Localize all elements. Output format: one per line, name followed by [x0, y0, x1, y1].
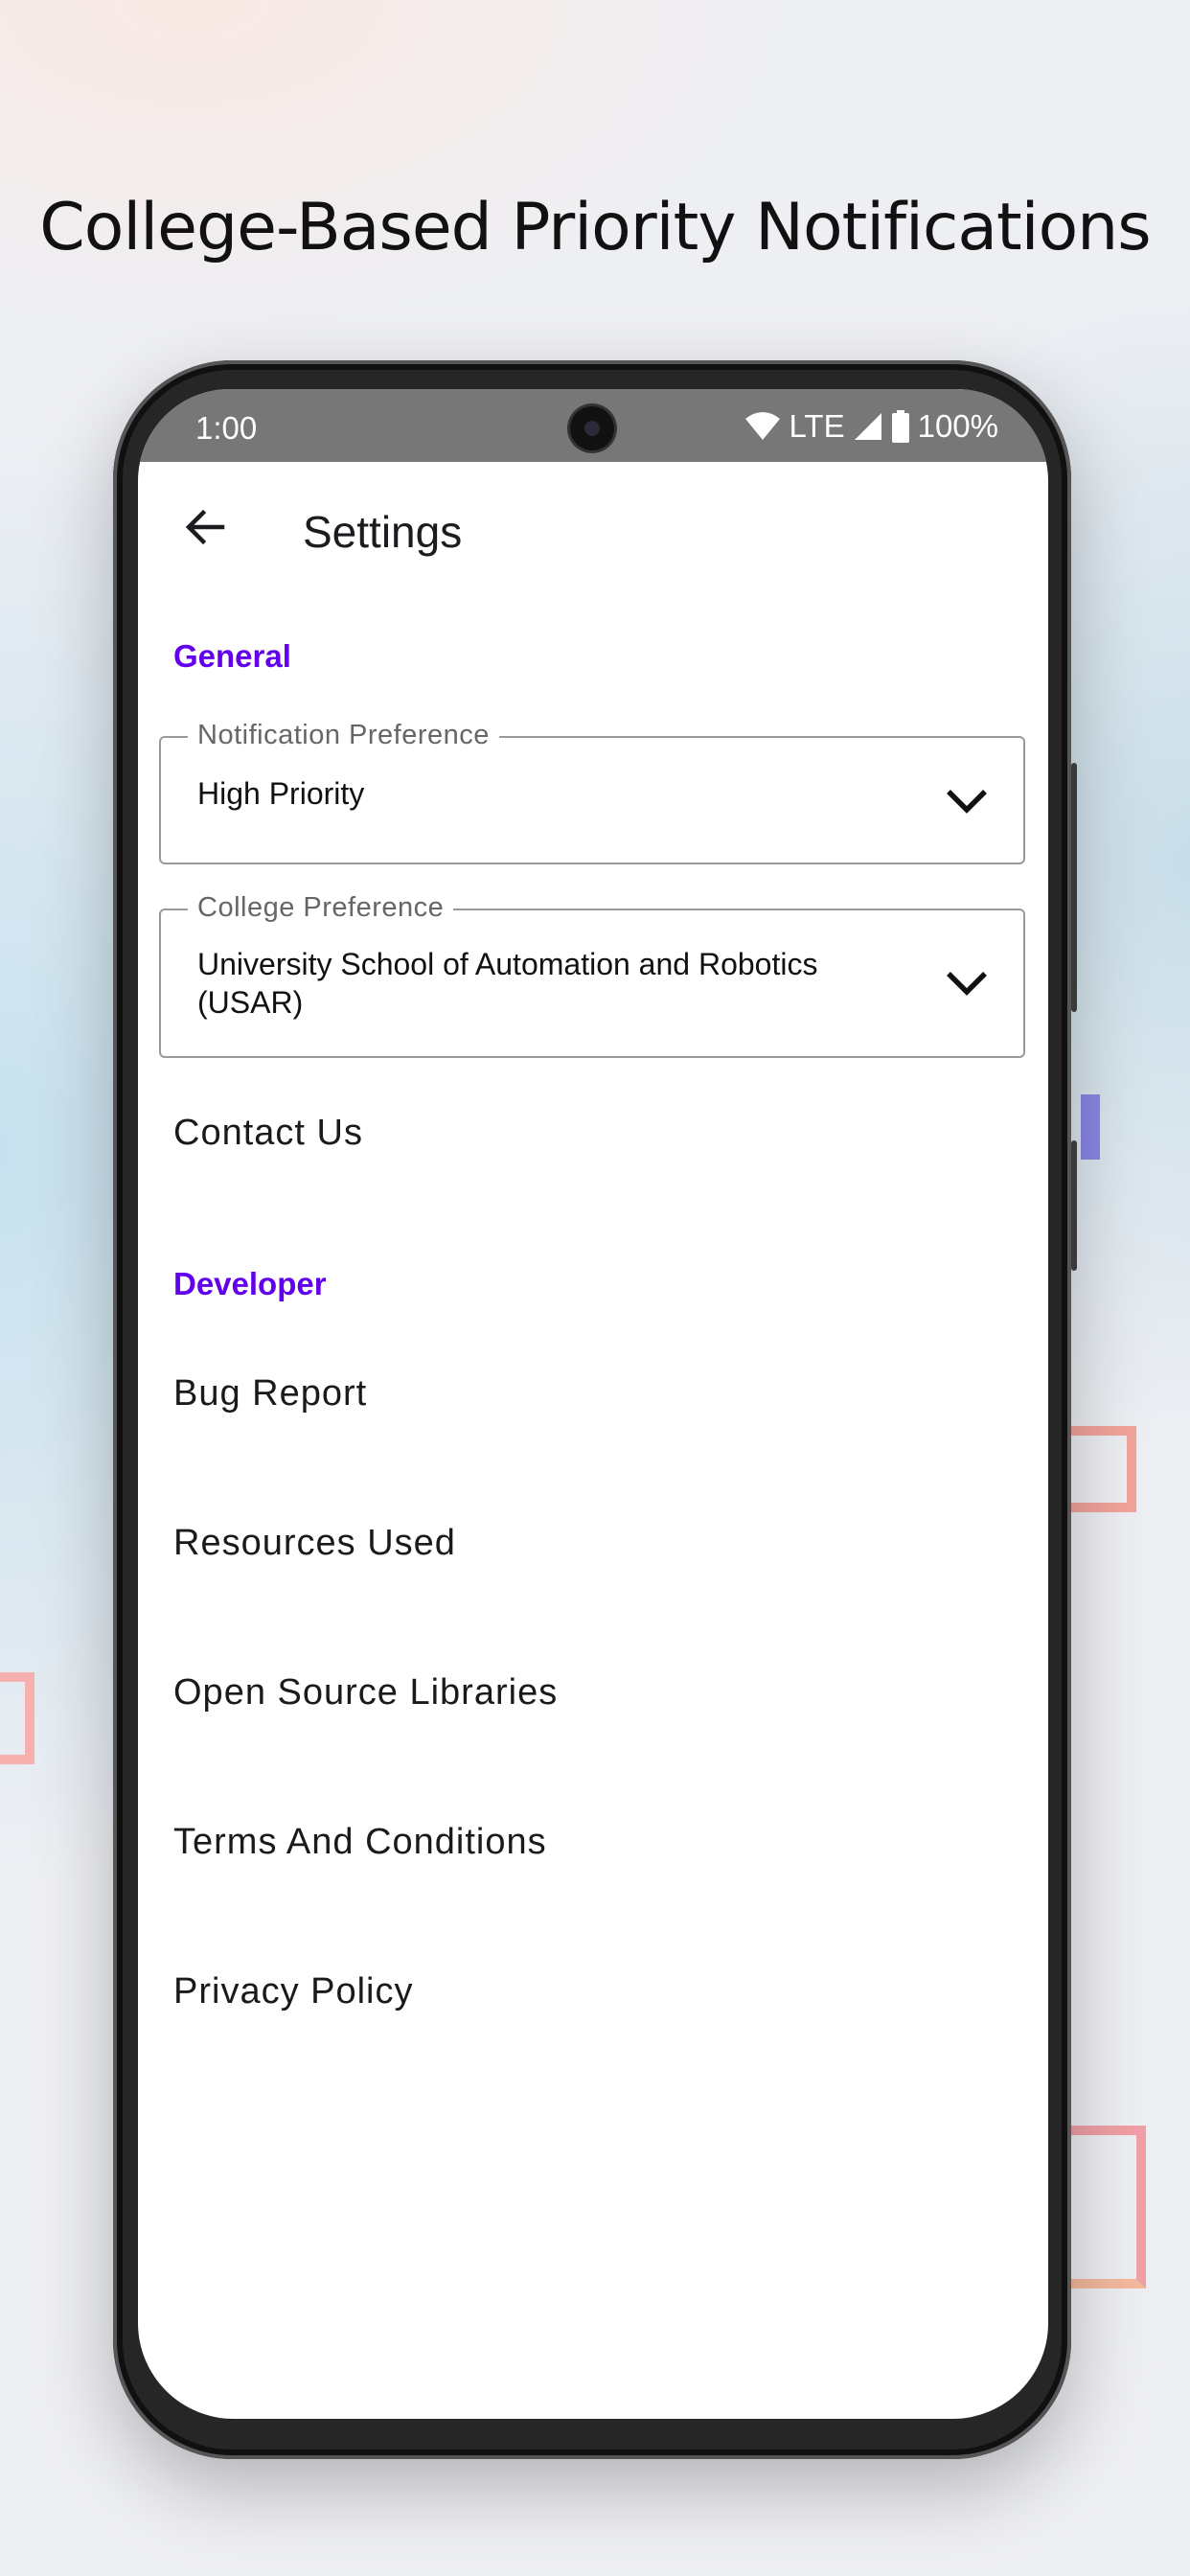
college-preference-dropdown[interactable]: College Preference University School of …: [159, 892, 1025, 1058]
back-button[interactable]: [176, 498, 234, 556]
dropdown-value: University School of Automation and Robo…: [197, 947, 818, 1020]
list-item-bug-report[interactable]: Bug Report: [173, 1373, 367, 1414]
dropdown-value: High Priority: [197, 776, 365, 811]
status-time: 1:00: [195, 410, 258, 446]
list-item-resources-used[interactable]: Resources Used: [173, 1523, 456, 1564]
list-item-contact-us[interactable]: Contact Us: [173, 1113, 363, 1154]
chevron-down-icon: [947, 972, 987, 996]
promo-title: College-Based Priority Notifications: [39, 190, 1151, 265]
front-camera: [570, 406, 614, 450]
phone-power-button: [1071, 1140, 1077, 1271]
phone-volume-button: [1071, 763, 1077, 1012]
list-item-privacy-policy[interactable]: Privacy Policy: [173, 1971, 414, 2012]
section-header-general: General: [173, 638, 291, 674]
network-type: LTE: [789, 408, 845, 444]
wifi-icon: [744, 412, 780, 440]
cell-signal-icon: [854, 413, 881, 440]
dropdown-label: Notification Preference: [188, 720, 499, 751]
section-header-developer: Developer: [173, 1266, 327, 1301]
list-item-terms-and-conditions[interactable]: Terms And Conditions: [173, 1822, 547, 1863]
chevron-down-icon: [947, 790, 987, 814]
list-item-open-source-libraries[interactable]: Open Source Libraries: [173, 1672, 558, 1714]
status-bar: 1:00 LTE 100%: [138, 389, 1048, 462]
page-title: Settings: [303, 507, 463, 557]
arrow-back-icon: [185, 509, 225, 545]
battery-icon: [891, 410, 909, 443]
status-icons: LTE 100%: [744, 408, 998, 445]
app-bar: Settings: [138, 462, 1048, 592]
decorative-bracket: [0, 1672, 34, 1764]
phone-screen: 1:00 LTE 100% Settings General Notificat…: [138, 389, 1048, 2419]
battery-percent: 100%: [917, 408, 998, 444]
notification-preference-dropdown[interactable]: Notification Preference High Priority: [159, 720, 1025, 864]
dropdown-label: College Preference: [188, 892, 454, 924]
